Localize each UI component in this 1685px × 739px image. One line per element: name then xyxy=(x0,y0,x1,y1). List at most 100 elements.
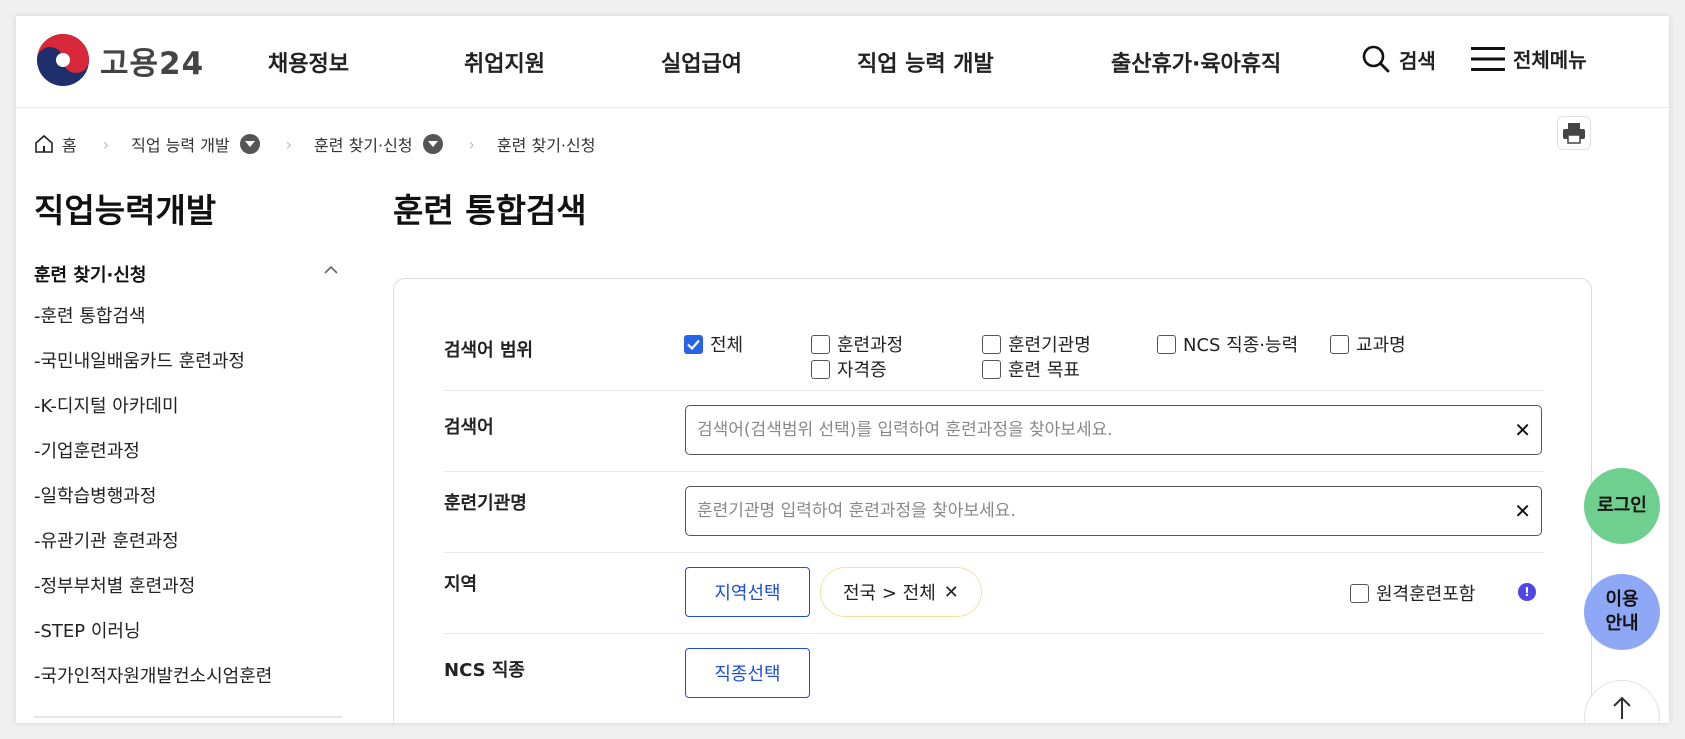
hamburger-menu-icon xyxy=(1471,46,1505,71)
breadcrumb-level3-label: 훈련 찾기·신청 xyxy=(496,136,596,155)
gnb-item-skills-development[interactable]: 직업 능력 개발 xyxy=(857,46,994,78)
checkbox-icon xyxy=(982,359,1001,379)
usage-guide-line2: 안내 xyxy=(1605,613,1639,634)
ncs-select-button[interactable]: 직종선택 xyxy=(685,648,810,698)
institution-label: 훈련기관명 xyxy=(444,493,527,514)
scope-course-label: 훈련과정 xyxy=(837,335,904,356)
region-tag-label: 전국 > 전체 xyxy=(843,583,936,604)
institution-input[interactable] xyxy=(686,487,1486,535)
dropdown-arrow-icon[interactable] xyxy=(239,134,260,154)
gnb-item-unemployment-benefit[interactable]: 실업급여 xyxy=(661,46,742,78)
sidebar-item-consortium[interactable]: -국가인적자원개발컨소시엄훈련 xyxy=(34,666,272,711)
breadcrumb-level1[interactable]: 직업 능력 개발 xyxy=(131,132,260,156)
checkbox-icon xyxy=(1330,334,1349,354)
sidebar-item-work-study[interactable]: -일학습병행과정 xyxy=(34,486,272,531)
sidebar-item-integrated-search[interactable]: -훈련 통합검색 xyxy=(34,306,272,351)
checkbox-icon xyxy=(811,334,830,354)
scope-row: 검색어 범위 전체 훈련과정 훈련기관명 NCS 직종·능력 교과명 자격증 훈… xyxy=(444,319,1544,391)
checkbox-icon xyxy=(811,359,830,379)
search-icon xyxy=(1362,45,1390,73)
checkbox-checked-icon xyxy=(684,334,703,354)
scope-checkbox-ncs[interactable]: NCS 직종·능력 xyxy=(1157,331,1298,357)
checkbox-icon xyxy=(1350,583,1369,603)
breadcrumb-level2-label: 훈련 찾기·신청 xyxy=(314,136,413,155)
gnb-item-parental-leave[interactable]: 출산휴가·육아휴직 xyxy=(1111,46,1281,78)
usage-guide-label: 이용 안내 xyxy=(1605,588,1638,636)
gnb-item-jobs[interactable]: 채용정보 xyxy=(268,46,349,78)
keyword-row: 검색어 ✕ xyxy=(444,391,1544,472)
sidebar-item-corporate-training[interactable]: -기업훈련과정 xyxy=(34,441,272,486)
search-label: 검색 xyxy=(1399,48,1436,73)
keyword-input[interactable] xyxy=(686,406,1486,454)
breadcrumb-home[interactable]: 홈 xyxy=(34,132,77,156)
scope-ncs-label: NCS 직종·능력 xyxy=(1183,335,1299,356)
sidebar-item-learning-card[interactable]: -국민내일배움카드 훈련과정 xyxy=(34,351,272,396)
clear-institution-icon[interactable]: ✕ xyxy=(1514,499,1531,523)
logo-text: 고용24 xyxy=(100,45,205,82)
taegeuk-logo-icon xyxy=(37,34,89,86)
breadcrumb-level2[interactable]: 훈련 찾기·신청 xyxy=(314,132,443,156)
scope-checkbox-subject[interactable]: 교과명 xyxy=(1330,331,1406,357)
scope-checkbox-institution[interactable]: 훈련기관명 xyxy=(982,331,1091,357)
scope-certificate-label: 자격증 xyxy=(837,360,887,381)
ncs-row: NCS 직종 직종선택 xyxy=(444,634,1544,715)
sidebar-divider xyxy=(34,716,342,718)
scope-all-label: 전체 xyxy=(710,335,744,356)
all-menu-label: 전체메뉴 xyxy=(1513,48,1587,72)
arrow-up-icon xyxy=(1613,696,1631,719)
sidebar-item-step-elearning[interactable]: -STEP 이러닝 xyxy=(34,621,272,666)
scope-checkbox-certificate[interactable]: 자격증 xyxy=(811,356,887,382)
site-logo[interactable]: 고용24 xyxy=(36,33,204,87)
scope-checkbox-goal[interactable]: 훈련 목표 xyxy=(982,356,1080,382)
dropdown-arrow-icon[interactable] xyxy=(422,134,443,154)
chevron-up-icon xyxy=(324,265,338,274)
sidebar-menu: -훈련 통합검색 -국민내일배움카드 훈련과정 -K-디지털 아카데미 -기업훈… xyxy=(34,306,272,711)
login-button[interactable]: 로그인 xyxy=(1584,468,1660,544)
region-label: 지역 xyxy=(444,574,478,595)
scope-checkbox-course[interactable]: 훈련과정 xyxy=(811,331,903,357)
region-row: 지역 지역선택 전국 > 전체 ✕ 원격훈련포함 ! xyxy=(444,553,1544,634)
usage-guide-button[interactable]: 이용 안내 xyxy=(1584,574,1660,650)
breadcrumb-home-label: 홈 xyxy=(62,136,77,155)
search-form: 검색어 범위 전체 훈련과정 훈련기관명 NCS 직종·능력 교과명 자격증 훈… xyxy=(393,278,1592,723)
scope-label: 검색어 범위 xyxy=(444,340,534,361)
region-select-button[interactable]: 지역선택 xyxy=(685,567,810,617)
usage-guide-line1: 이용 xyxy=(1605,589,1639,610)
login-label: 로그인 xyxy=(1597,495,1647,516)
info-icon[interactable]: ! xyxy=(1518,583,1536,601)
printer-icon xyxy=(1563,123,1585,144)
scroll-top-button[interactable] xyxy=(1584,680,1660,723)
keyword-label: 검색어 xyxy=(444,417,494,438)
page-title: 훈련 통합검색 xyxy=(393,191,587,230)
chevron-right-icon: › xyxy=(285,134,293,154)
scope-goal-label: 훈련 목표 xyxy=(1008,360,1080,381)
site-header: 고용24 채용정보 취업지원 실업급여 직업 능력 개발 출산휴가·육아휴직 검… xyxy=(16,16,1669,108)
breadcrumb-level3: 훈련 찾기·신청 xyxy=(497,132,596,156)
keyword-field: ✕ xyxy=(685,405,1542,455)
remote-training-checkbox[interactable]: 원격훈련포함 xyxy=(1350,580,1475,606)
print-button[interactable] xyxy=(1557,116,1591,150)
institution-field: ✕ xyxy=(685,486,1542,536)
sidebar-group-label: 훈련 찾기·신청 xyxy=(34,265,147,286)
scope-institution-label: 훈련기관명 xyxy=(1008,335,1091,356)
sidebar-item-k-digital[interactable]: -K-디지털 아카데미 xyxy=(34,396,272,441)
sidebar-item-government-ministries[interactable]: -정부부처별 훈련과정 xyxy=(34,576,272,621)
chevron-right-icon: › xyxy=(102,134,110,154)
gnb-item-employment-support[interactable]: 취업지원 xyxy=(464,46,545,78)
ncs-label: NCS 직종 xyxy=(444,660,525,681)
remove-tag-icon[interactable]: ✕ xyxy=(944,582,959,603)
sidebar-item-related-institutions[interactable]: -유관기관 훈련과정 xyxy=(34,531,272,576)
institution-row: 훈련기관명 ✕ xyxy=(444,472,1544,553)
sidebar-title: 직업능력개발 xyxy=(34,191,217,230)
checkbox-icon xyxy=(982,334,1001,354)
breadcrumb-level1-label: 직업 능력 개발 xyxy=(131,136,230,155)
sidebar-group-toggle[interactable]: 훈련 찾기·신청 xyxy=(34,261,342,291)
page-frame: 고용24 채용정보 취업지원 실업급여 직업 능력 개발 출산휴가·육아휴직 검… xyxy=(16,16,1669,723)
clear-keyword-icon[interactable]: ✕ xyxy=(1514,418,1531,442)
search-button[interactable]: 검색 xyxy=(1361,44,1436,74)
all-menu-button[interactable]: 전체메뉴 xyxy=(1471,44,1587,73)
remote-training-label: 원격훈련포함 xyxy=(1376,584,1476,605)
scope-checkbox-all[interactable]: 전체 xyxy=(684,331,743,357)
home-icon xyxy=(35,134,53,153)
scope-subject-label: 교과명 xyxy=(1356,335,1406,356)
